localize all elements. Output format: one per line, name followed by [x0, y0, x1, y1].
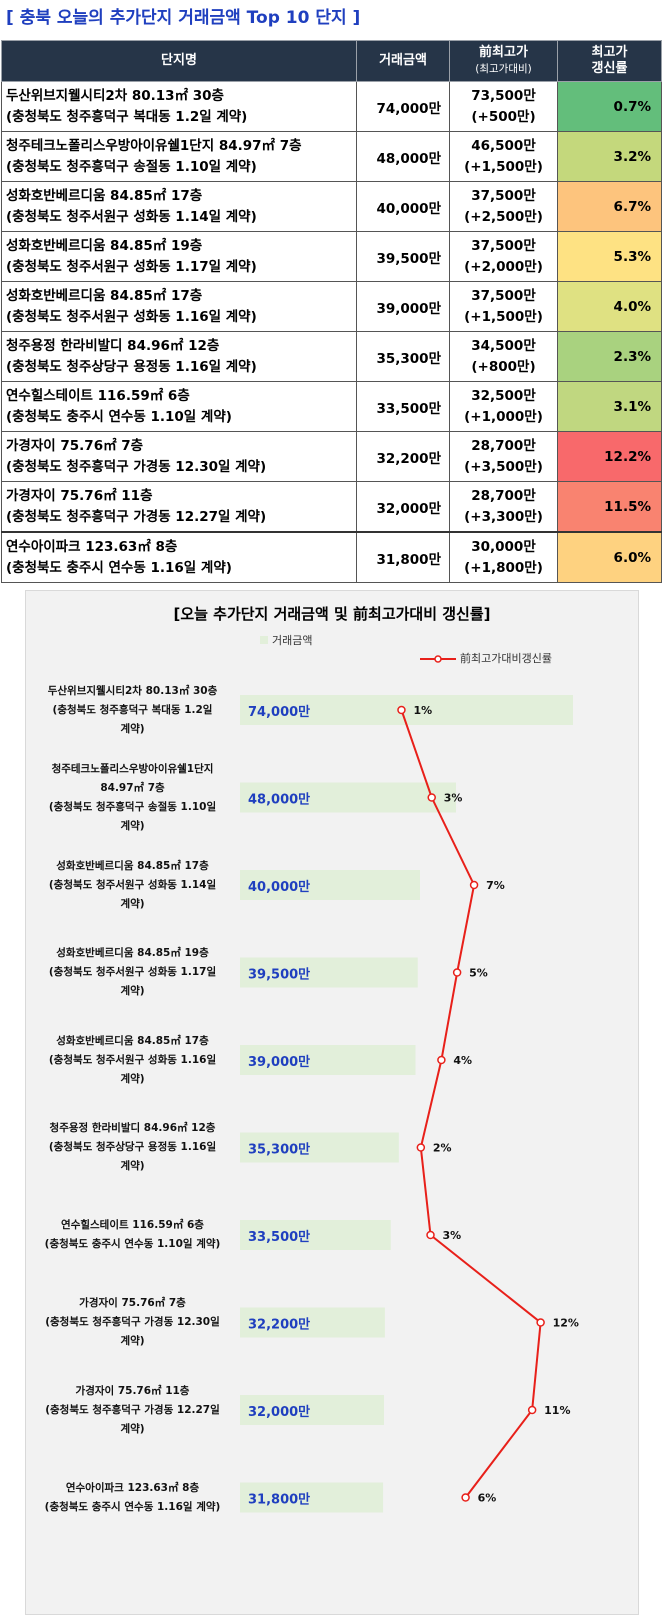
rate-point	[469, 880, 479, 890]
rate-point	[461, 1493, 470, 1502]
bar-data-label: 48,000만	[248, 792, 310, 808]
rate-data-label: 6%	[478, 1492, 497, 1505]
rate-data-label: 7%	[486, 879, 505, 892]
chart-plot: 74,000만 48,000만 40,000만 39,500만 39,000만 35,30…	[240, 695, 579, 1513]
rate-line	[400, 709, 542, 1499]
rate-point	[527, 1405, 537, 1415]
rate-point	[397, 705, 406, 715]
bar-data-label: 33,500만	[248, 1229, 310, 1245]
rate-point	[437, 1055, 446, 1065]
rate-point	[452, 968, 462, 977]
bar-data-label: 32,200만	[248, 1317, 310, 1333]
rate-data-label: 5%	[469, 967, 488, 980]
rate-point	[536, 1318, 545, 1327]
rate-data-label: 2%	[433, 1142, 452, 1155]
rate-point	[427, 793, 436, 802]
rate-point	[426, 1230, 435, 1240]
bar-data-label: 40,000만	[248, 879, 310, 895]
bar-data-label: 32,000만	[248, 1404, 310, 1420]
rate-point	[416, 1143, 426, 1152]
bar-data-label: 35,300만	[248, 1142, 310, 1158]
bar-data-label: 39,000만	[248, 1054, 310, 1070]
rate-data-label: 12%	[553, 1317, 579, 1330]
rate-data-label: 3%	[444, 792, 463, 805]
rate-data-label: 1%	[413, 704, 432, 717]
bar-data-label: 74,000만	[248, 704, 310, 720]
rate-data-label: 4%	[453, 1054, 472, 1067]
rate-data-label: 3%	[443, 1229, 462, 1242]
bar-data-label: 39,500만	[248, 967, 310, 983]
rate-data-label: 11%	[544, 1404, 570, 1417]
bar-data-label: 31,800만	[248, 1492, 310, 1508]
